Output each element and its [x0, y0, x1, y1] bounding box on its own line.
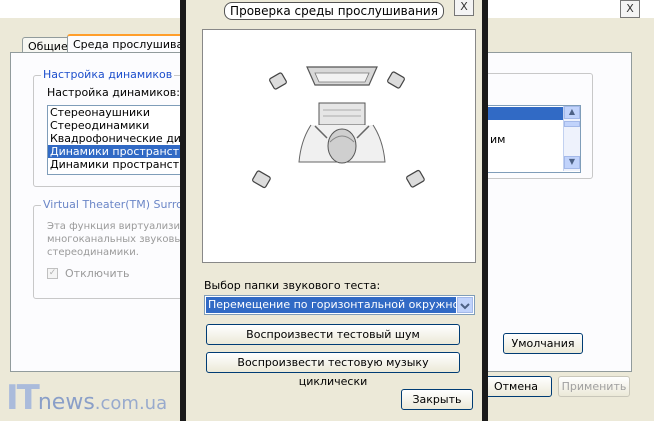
close-button[interactable]: Закрыть — [401, 389, 473, 410]
background-close-button[interactable]: X — [620, 0, 640, 18]
listener-icon — [298, 102, 386, 164]
itnews-watermark: ITnews.com.ua — [6, 378, 168, 418]
listener-illustration — [252, 66, 425, 189]
chevron-down-icon[interactable] — [457, 297, 473, 313]
test-folder-label: Выбор папки звукового теста: — [204, 279, 381, 292]
list-item[interactable]: Стереодинамики — [48, 119, 198, 132]
rear-right-speaker-icon — [406, 169, 425, 188]
defaults-button[interactable]: Умолчания — [503, 333, 583, 354]
play-test-noise-button[interactable]: Воспроизвести тестовый шум — [206, 324, 460, 345]
list-item[interactable]: Динамики пространственного звучания — [48, 158, 198, 171]
disable-checkbox-label: Отключить — [65, 267, 130, 280]
cancel-button[interactable]: Отмена — [480, 376, 552, 397]
apply-button[interactable]: Применить — [558, 376, 630, 397]
listener-preview — [202, 29, 476, 263]
dialog-title: Проверка среды прослушивания — [224, 2, 444, 20]
front-left-speaker-icon — [269, 72, 287, 90]
front-right-speaker-icon — [387, 71, 405, 89]
speaker-config-list[interactable]: Стереонаушники Стереодинамики Квадрофони… — [47, 105, 199, 175]
test-folder-select[interactable]: Перемещение по горизонтальной окружности — [204, 295, 475, 315]
center-speaker-icon — [306, 66, 378, 86]
scroll-up-icon[interactable]: ▲ — [564, 106, 580, 119]
rear-left-speaker-icon — [252, 170, 271, 189]
play-test-music-loop-button[interactable]: Воспроизвести тестовую музыку циклически — [206, 352, 460, 388]
test-folder-value: Перемещение по горизонтальной окружности — [206, 297, 456, 313]
scroll-thumb[interactable] — [564, 121, 580, 127]
list-item-selected[interactable]: Динамики пространственного звучания — [48, 145, 198, 158]
speaker-group-title: Настройка динамиков — [41, 68, 175, 81]
disable-checkbox[interactable]: ✓ — [47, 268, 58, 279]
scroll-down-icon[interactable]: ▼ — [564, 156, 580, 169]
right-list-scrollbar[interactable]: ▲ ▼ — [563, 106, 580, 171]
dialog-close-icon[interactable]: X — [454, 0, 474, 16]
list-item[interactable]: Стереонаушники — [48, 106, 198, 119]
list-item[interactable]: Квадрофонические динамики — [48, 132, 198, 145]
speaker-config-label: Настройка динамиков: — [47, 86, 180, 99]
listening-test-dialog: Проверка среды прослушивания X Выбор пап… — [180, 0, 488, 421]
